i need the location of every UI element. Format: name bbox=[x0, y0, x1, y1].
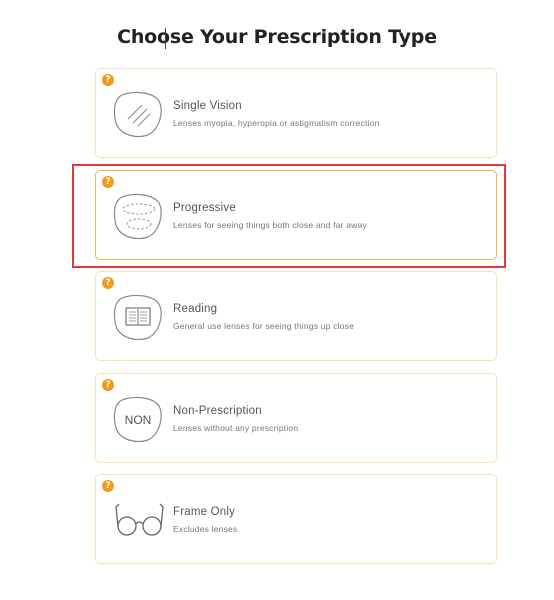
option-description: Excludes lenses bbox=[173, 524, 238, 534]
progressive-lens-icon bbox=[113, 193, 162, 240]
help-icon[interactable]: ? bbox=[102, 176, 114, 188]
option-card-reading[interactable]: ? Reading General use lenses for seeing … bbox=[95, 271, 497, 361]
option-card-frame-only[interactable]: ? Frame Only Excludes lenses bbox=[95, 474, 497, 564]
help-icon[interactable]: ? bbox=[102, 480, 114, 492]
option-description: Lenses without any prescription bbox=[173, 423, 299, 433]
book-lens-icon bbox=[113, 294, 162, 341]
single-vision-lens-icon bbox=[113, 91, 162, 138]
help-icon[interactable]: ? bbox=[102, 277, 114, 289]
option-title: Frame Only bbox=[173, 506, 236, 518]
option-card-progressive[interactable]: ? Progressive Lenses for seeing things b… bbox=[95, 170, 497, 260]
help-icon[interactable]: ? bbox=[102, 74, 114, 86]
option-description: General use lenses for seeing things up … bbox=[173, 321, 354, 331]
glasses-frame-icon bbox=[115, 503, 164, 536]
option-card-non-prescription[interactable]: ? NON Non-Prescription Lenses without an… bbox=[95, 373, 497, 463]
text-cursor bbox=[165, 28, 166, 49]
non-prescription-lens-icon: NON bbox=[113, 396, 162, 443]
page-title: Choose Your Prescription Type bbox=[117, 26, 437, 48]
option-description: Lenses myopia, hyperopia or astigmatism … bbox=[173, 118, 380, 128]
option-description: Lenses for seeing things both close and … bbox=[173, 220, 367, 230]
option-title: Single Vision bbox=[173, 100, 242, 112]
option-card-single-vision[interactable]: ? Single Vision Lenses myopia, hyperopia… bbox=[95, 68, 497, 158]
option-title: Reading bbox=[173, 303, 218, 315]
help-icon[interactable]: ? bbox=[102, 379, 114, 391]
non-label: NON bbox=[125, 413, 152, 427]
option-title: Progressive bbox=[173, 202, 236, 214]
option-title: Non-Prescription bbox=[173, 405, 262, 417]
